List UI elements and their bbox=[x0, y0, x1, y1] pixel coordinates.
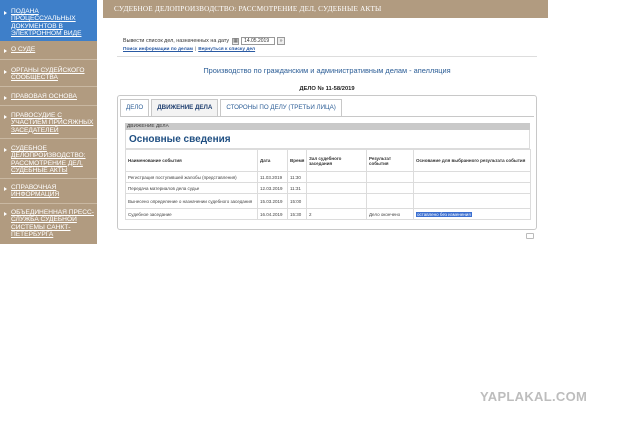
search-cases-link[interactable]: Поиск информации по делам bbox=[123, 47, 193, 52]
sidebar-divider bbox=[0, 138, 97, 139]
table-cell bbox=[413, 171, 531, 183]
tab-case[interactable]: ДЕЛО bbox=[120, 99, 150, 116]
sidebar-item-judicial-community[interactable]: ОРГАНЫ СУДЕЙСКОГО СООБЩЕСТВА bbox=[0, 67, 97, 82]
events-table: Наименование события Дата Время Зал суде… bbox=[125, 149, 531, 220]
page: ПОДАНА ПРОЦЕССУАЛЬНЫХ ДОКУМЕНТОВ В ЭЛЕКТ… bbox=[0, 0, 640, 427]
sidebar: ПОДАНА ПРОЦЕССУАЛЬНЫХ ДОКУМЕНТОВ В ЭЛЕКТ… bbox=[0, 0, 97, 244]
tab-underline bbox=[120, 116, 534, 117]
arrow-icon bbox=[4, 11, 7, 15]
arrow-icon bbox=[4, 49, 7, 53]
group-label: ДВИЖЕНИЕ ДЕЛА bbox=[125, 123, 530, 130]
tab-parties[interactable]: СТОРОНЫ ПО ДЕЛУ (ТРЕТЬИ ЛИЦА) bbox=[220, 99, 342, 116]
sidebar-item-reference[interactable]: СПРАВОЧНАЯ ИНФОРМАЦИЯ bbox=[0, 184, 97, 199]
tab-bar: ДЕЛО ДВИЖЕНИЕ ДЕЛА СТОРОНЫ ПО ДЕЛУ (ТРЕТ… bbox=[120, 99, 344, 116]
column-header: Дата bbox=[257, 149, 288, 172]
sidebar-item-label: ПРАВОВАЯ ОСНОВА bbox=[11, 93, 77, 100]
case-panel: ДЕЛО ДВИЖЕНИЕ ДЕЛА СТОРОНЫ ПО ДЕЛУ (ТРЕТ… bbox=[117, 95, 537, 230]
table-cell: 11:30 bbox=[287, 171, 307, 183]
table-cell: 15:00 bbox=[287, 193, 307, 209]
table-cell bbox=[413, 182, 531, 194]
table-cell: Вынесено определение о назначении судебн… bbox=[125, 193, 258, 209]
sidebar-item-label: ПОДАНА ПРОЦЕССУАЛЬНЫХ ДОКУМЕНТОВ В ЭЛЕКТ… bbox=[11, 8, 82, 38]
table-cell: 15:30 bbox=[287, 208, 307, 220]
table-header-row: Наименование события Дата Время Зал суде… bbox=[125, 149, 531, 172]
sidebar-divider bbox=[0, 203, 97, 204]
table-row: Судебное заседание 16.04.2019 15:30 2 Де… bbox=[125, 208, 531, 220]
column-header: Наименование события bbox=[125, 149, 258, 172]
table-cell: Дело окончено bbox=[366, 208, 414, 220]
section-title: Производство по гражданским и администра… bbox=[203, 66, 451, 75]
calendar-icon[interactable]: ▦ bbox=[232, 37, 240, 45]
sidebar-divider bbox=[0, 178, 97, 179]
print-icon[interactable] bbox=[526, 233, 534, 239]
page-title: СУДЕБНОЕ ДЕЛОПРОИЗВОДСТВО: РАССМОТРЕНИЕ … bbox=[114, 5, 382, 13]
sidebar-item-court-proceedings[interactable]: СУДЕБНОЕ ДЕЛОПРОИЗВОДСТВО: РАССМОТРЕНИЕ … bbox=[0, 145, 97, 175]
table-cell bbox=[306, 193, 367, 209]
sidebar-item-about[interactable]: О СУДЕ bbox=[0, 46, 97, 53]
tab-case-movement[interactable]: ДВИЖЕНИЕ ДЕЛА bbox=[151, 99, 219, 116]
sidebar-divider bbox=[0, 105, 97, 106]
table-cell bbox=[366, 182, 414, 194]
table-cell: 15.03.2019 bbox=[257, 193, 288, 209]
divider bbox=[117, 56, 537, 57]
table-cell bbox=[366, 171, 414, 183]
sidebar-item-label: ПРАВОСУДИЕ С УЧАСТИЕМ ПРИСЯЖНЫХ ЗАСЕДАТЕ… bbox=[11, 112, 94, 134]
sidebar-divider bbox=[0, 59, 97, 60]
sidebar-item-label: СПРАВОЧНАЯ ИНФОРМАЦИЯ bbox=[11, 184, 60, 199]
table-row: Передача материалов дела судье 12.03.201… bbox=[125, 182, 531, 194]
sidebar-item-legal-basis[interactable]: ПРАВОВАЯ ОСНОВА bbox=[0, 93, 97, 100]
table-cell bbox=[413, 193, 531, 209]
sidebar-item-label: ОБЪЕДИНЕННАЯ ПРЕСС-СЛУЖБА СУДЕБНОЙ СИСТЕ… bbox=[11, 209, 94, 239]
date-filter: Вывести список дел, назначенных на дату … bbox=[123, 37, 286, 45]
arrow-icon bbox=[4, 212, 7, 216]
column-header: Время bbox=[287, 149, 307, 172]
sidebar-item-jury[interactable]: ПРАВОСУДИЕ С УЧАСТИЕМ ПРИСЯЖНЫХ ЗАСЕДАТЕ… bbox=[0, 112, 97, 134]
sidebar-divider bbox=[0, 86, 97, 87]
column-header: Основание для выбранного результата собы… bbox=[413, 149, 531, 172]
table-cell bbox=[366, 193, 414, 209]
go-button[interactable]: » bbox=[277, 37, 286, 45]
table-cell: 2 bbox=[306, 208, 367, 220]
table-cell: Судебное заседание bbox=[125, 208, 258, 220]
case-number: ДЕЛО № 11-58/2019 bbox=[299, 86, 355, 92]
date-filter-label: Вывести список дел, назначенных на дату bbox=[123, 38, 230, 44]
sidebar-item-label: О СУДЕ bbox=[11, 46, 36, 53]
table-cell-highlighted: оставлено без изменения bbox=[413, 208, 531, 220]
watermark: YAPLAKAL.COM bbox=[480, 389, 588, 404]
arrow-icon bbox=[4, 70, 7, 74]
table-cell: 11:31 bbox=[287, 182, 307, 194]
table-cell: 16.04.2019 bbox=[257, 208, 288, 220]
group-heading: Основные сведения bbox=[125, 130, 530, 149]
table-cell: 12.03.2019 bbox=[257, 182, 288, 194]
arrow-icon bbox=[4, 115, 7, 119]
back-to-list-link[interactable]: Вернуться к списку дел bbox=[198, 47, 255, 52]
arrow-icon bbox=[4, 96, 7, 100]
selected-text[interactable]: оставлено без изменения bbox=[416, 211, 472, 217]
date-input[interactable]: 14.05.2019 bbox=[241, 37, 276, 45]
table-cell bbox=[306, 171, 367, 183]
arrow-icon bbox=[4, 187, 7, 191]
sidebar-item-electronic-filing[interactable]: ПОДАНА ПРОЦЕССУАЛЬНЫХ ДОКУМЕНТОВ В ЭЛЕКТ… bbox=[0, 0, 97, 41]
column-header: Зал судебного заседания bbox=[306, 149, 367, 172]
table-cell: Регистрация поступившей жалобы (представ… bbox=[125, 171, 258, 183]
column-header: Результат события bbox=[366, 149, 414, 172]
sidebar-item-label: ОРГАНЫ СУДЕЙСКОГО СООБЩЕСТВА bbox=[11, 67, 85, 82]
sidebar-item-press[interactable]: ОБЪЕДИНЕННАЯ ПРЕСС-СЛУЖБА СУДЕБНОЙ СИСТЕ… bbox=[0, 209, 97, 239]
header-bar: СУДЕБНОЕ ДЕЛОПРОИЗВОДСТВО: РАССМОТРЕНИЕ … bbox=[103, 0, 548, 18]
sidebar-item-label: СУДЕБНОЕ ДЕЛОПРОИЗВОДСТВО: РАССМОТРЕНИЕ … bbox=[11, 145, 86, 175]
table-cell: Передача материалов дела судье bbox=[125, 182, 258, 194]
table-row: Регистрация поступившей жалобы (представ… bbox=[125, 171, 531, 183]
table-cell: 11.03.2019 bbox=[257, 171, 288, 183]
arrow-icon bbox=[4, 148, 7, 152]
links-separator: | bbox=[194, 47, 197, 52]
table-row: Вынесено определение о назначении судебн… bbox=[125, 193, 531, 209]
links-row: Поиск информации по делам | Вернуться к сп… bbox=[123, 47, 255, 52]
table-cell bbox=[306, 182, 367, 194]
